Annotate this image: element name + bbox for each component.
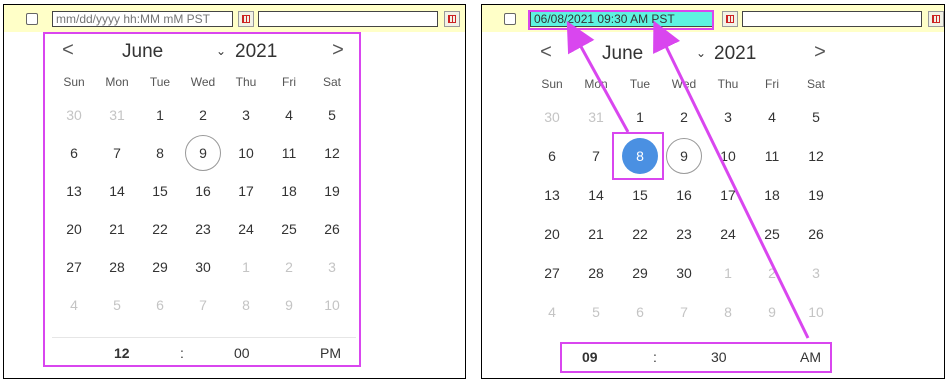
arrow-day-to-input <box>566 20 630 133</box>
arrow-time-to-input <box>653 20 810 339</box>
annotation-arrows <box>566 20 810 339</box>
